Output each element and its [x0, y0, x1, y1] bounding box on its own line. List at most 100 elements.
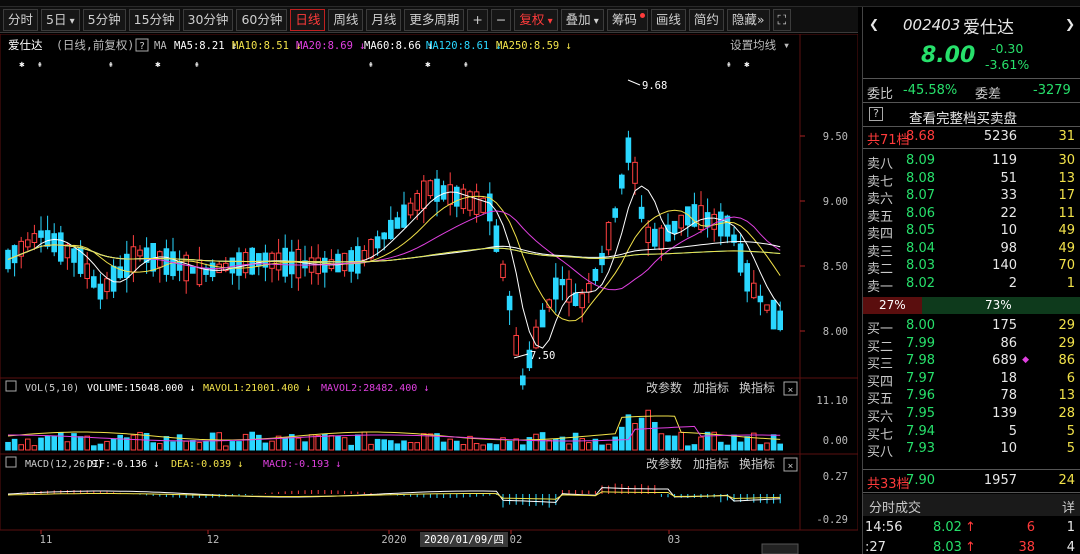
volume-bar [170, 441, 176, 451]
toolbar-item-0[interactable]: 分时 [3, 8, 39, 31]
low-annotation: 7.50 [530, 350, 555, 362]
volume-bar [572, 432, 579, 451]
toolbar-item-3[interactable]: 15分钟 [128, 8, 180, 31]
toolbar-item-label: 月线 [371, 11, 397, 27]
trade-price: 8.03 [933, 540, 962, 554]
toolbar-item-2[interactable]: 5分钟 [82, 8, 126, 31]
toolbar-item-label: 15分钟 [133, 11, 175, 27]
toolbar-item-17[interactable]: 隐藏» [726, 8, 770, 31]
level-price: 7.94 [906, 423, 935, 439]
help-icon: ? [869, 107, 883, 121]
volume-bar [704, 431, 711, 451]
level-volume: 98 [1000, 240, 1017, 256]
indicator-button-1: 加指标 [693, 456, 729, 471]
candle-body [493, 225, 500, 252]
ask-row: 卖五 8.06 22 11 [863, 205, 1080, 225]
volume-bar [619, 426, 625, 451]
volume-bar [97, 443, 104, 451]
volume-bar [183, 440, 189, 451]
ask-row: 卖二 8.03 140 70 [863, 257, 1080, 277]
candle-body [579, 293, 586, 309]
toolbar-item-7[interactable]: 周线 [328, 8, 364, 31]
level-label: 买八 [867, 445, 894, 461]
volume-bar [25, 438, 31, 451]
chart-area[interactable]: 爱仕达 (日线,前复权)? MA MA5:8.21 ↓MA10:8.51 ↓MA20:… [0, 34, 858, 554]
toolbar-item-5[interactable]: 60分钟 [236, 8, 288, 31]
close-icon-glyph: ✕ [788, 386, 793, 396]
volume-bar [374, 438, 381, 451]
full-book-link[interactable]: 查看完整档买卖盘 [909, 107, 1017, 127]
level-volume: 18 [1000, 370, 1017, 386]
toolbar-item-10[interactable]: + [467, 8, 488, 31]
candle-body [625, 137, 632, 163]
divider [863, 148, 1080, 149]
scrollbar-thumb[interactable] [761, 543, 799, 554]
level-count: 30 [1058, 153, 1075, 168]
level-volume: 86 [1000, 335, 1017, 351]
divider [863, 78, 1080, 79]
trade-count: 4 [1066, 540, 1075, 554]
toolbar-item-label: 分时 [8, 11, 34, 27]
toolbar-item-9[interactable]: 更多周期 [404, 8, 465, 31]
volume-bar [71, 433, 77, 451]
volume-bar [256, 434, 262, 451]
close-icon-glyph: ✕ [788, 462, 793, 472]
date-axis-label: 12 [207, 534, 220, 546]
toolbar-item-16[interactable]: 简约 [688, 8, 724, 31]
trades-detail-button[interactable]: 详 [1062, 497, 1075, 516]
event-marker-icon: ⇞ [463, 60, 468, 70]
event-marker-icon: ✱ [744, 60, 750, 70]
cursor-date: 2020/01/09/四 [424, 534, 504, 546]
toolbar-item-1[interactable]: 5日 ▾ [41, 8, 80, 31]
toolbar-item-4[interactable]: 30分钟 [182, 8, 234, 31]
candle-body [500, 263, 506, 279]
level-count: 31 [1058, 129, 1075, 144]
toolbar-item-6[interactable]: 日线 [290, 8, 326, 31]
level-count: 1 [1066, 275, 1075, 291]
candle-body [599, 252, 605, 266]
volume-bar [401, 440, 407, 451]
level-count: 17 [1058, 188, 1075, 203]
toolbar-item-label: 叠加 [565, 11, 591, 27]
volume-bar [652, 421, 658, 451]
candle-body [704, 212, 711, 228]
last-price: 8.00 [921, 43, 976, 68]
level-volume: 119 [992, 153, 1017, 168]
candle-body [678, 214, 685, 229]
sell-total-row: 共71档 8.68 5236 31 [863, 128, 1080, 148]
candle-body [506, 295, 513, 311]
candle-body [592, 268, 599, 281]
level-volume: 1957 [983, 473, 1017, 488]
toolbar-item-8[interactable]: 月线 [366, 8, 402, 31]
level-count: 5 [1066, 441, 1075, 457]
level-price: 8.05 [906, 223, 935, 238]
bid-row: 买四 7.97 18 6 [863, 370, 1080, 390]
toolbar-item-11[interactable]: − [490, 8, 512, 31]
volume-bar [381, 439, 387, 451]
weicha-value: -3279 [1033, 83, 1071, 98]
candle-body [176, 260, 183, 271]
sell-ratio: 27% [879, 298, 906, 312]
level-volume: 5 [1008, 423, 1017, 439]
toolbar-item-12[interactable]: 复权 ▾ [514, 8, 558, 31]
volume-bar [269, 440, 275, 451]
volume-bar [249, 431, 255, 451]
candle-body [229, 257, 236, 274]
trade-volume: 6 [1026, 520, 1035, 535]
candle-body [559, 278, 566, 286]
divider [863, 126, 1080, 127]
toolbar-item-14[interactable]: 筹码 [606, 8, 648, 31]
volume-bar [724, 444, 731, 451]
event-marker-icon: ✱ [425, 60, 431, 70]
candle-body [586, 283, 592, 293]
toolbar-item-15[interactable]: 画线 [650, 8, 686, 31]
volume-bar [632, 422, 638, 451]
ask-row: 卖三 8.04 98 49 [863, 240, 1080, 260]
volume-bar [520, 444, 526, 451]
stock-code: 002403 [903, 16, 961, 34]
bid-row: 买三 7.98 689 86 ◆ [863, 352, 1080, 372]
level-label: 卖一 [867, 279, 894, 295]
expand-icon[interactable]: ⛶ [772, 8, 792, 31]
volume-bar [691, 444, 698, 451]
toolbar-item-13[interactable]: 叠加 ▾ [560, 8, 604, 31]
